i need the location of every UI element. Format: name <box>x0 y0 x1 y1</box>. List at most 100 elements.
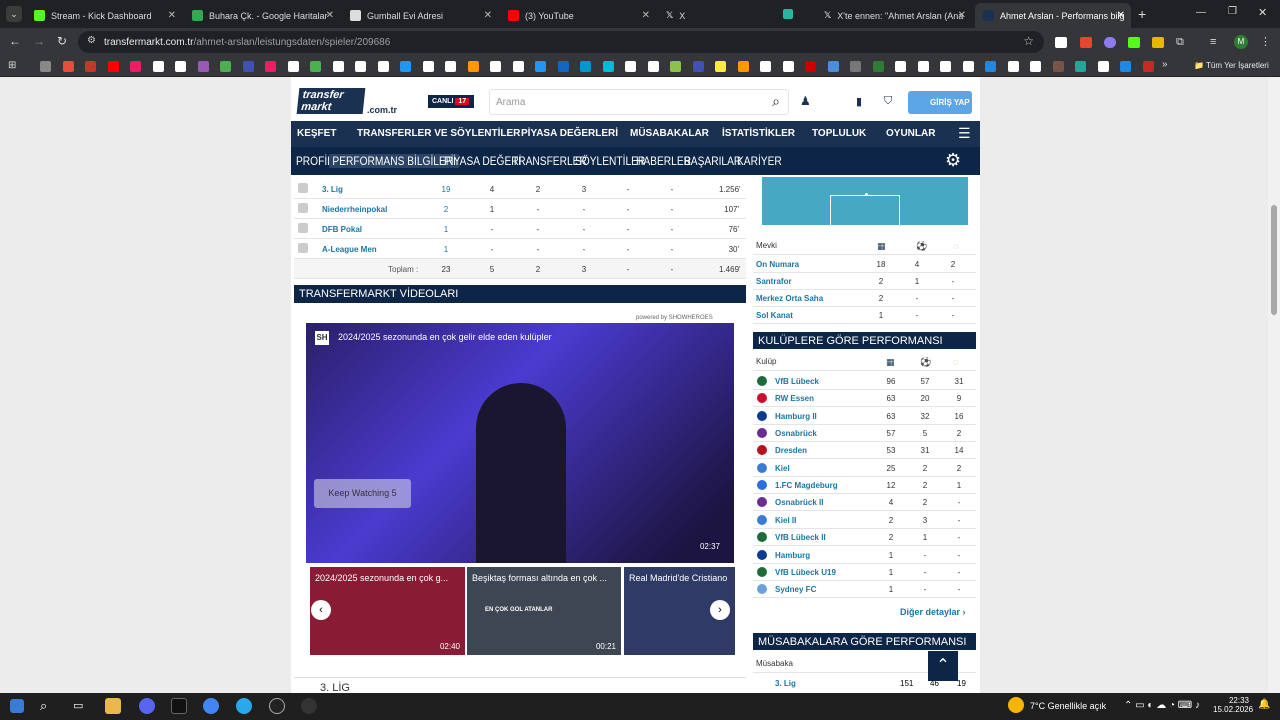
carousel-next-icon[interactable]: › <box>710 600 730 620</box>
bookmark-icon[interactable] <box>557 61 569 72</box>
bookmark-icon[interactable] <box>1120 61 1131 72</box>
bookmark-icon[interactable] <box>940 61 951 72</box>
close-icon[interactable]: ✕ <box>484 10 492 21</box>
close-icon[interactable]: ✕ <box>1117 10 1125 21</box>
bookmark-icon[interactable] <box>242 61 254 72</box>
club-name[interactable]: VfB Lübeck U19 <box>775 568 836 577</box>
bookmark-icon[interactable] <box>580 61 591 72</box>
bookmark-icon[interactable] <box>917 61 929 72</box>
profile-avatar[interactable]: M <box>1234 35 1248 49</box>
weather-icon[interactable] <box>1008 697 1024 713</box>
bookmark-icon[interactable] <box>287 61 299 72</box>
position-name[interactable]: Santrafor <box>756 277 792 286</box>
close-icon[interactable]: ✕ <box>958 10 966 21</box>
bookmark-icon[interactable] <box>332 61 344 72</box>
bookmark-icon[interactable] <box>670 61 681 72</box>
bookmark-icon[interactable] <box>647 61 659 72</box>
hamburger-icon[interactable]: ☰ <box>958 125 971 142</box>
nav-market-values[interactable]: PİYASA DEĞERLERİ <box>521 128 618 139</box>
position-name[interactable]: Sol Kanat <box>756 311 793 320</box>
tiktok-icon[interactable] <box>171 698 187 714</box>
bookmark-icon[interactable] <box>760 61 771 72</box>
bookmark-icon[interactable] <box>1075 61 1086 72</box>
bookmark-icon[interactable] <box>152 61 164 72</box>
chrome-icon[interactable] <box>203 698 219 714</box>
telegram-icon[interactable] <box>236 698 252 714</box>
bookmark-icon[interactable] <box>827 61 839 72</box>
close-icon[interactable]: ✕ <box>642 10 650 21</box>
tab-maps[interactable]: Buhara Çk. - Google Haritalar ✕ <box>184 3 340 28</box>
club-name[interactable]: Kiel <box>775 464 790 473</box>
reload-icon[interactable]: ↻ <box>57 34 67 48</box>
tray-icons[interactable]: ⌃ ▭ ◐ ☁ ◔ ⌨ ♪ <box>1124 700 1200 711</box>
bookmark-icon[interactable] <box>220 61 231 72</box>
extension-icon[interactable] <box>1128 37 1140 48</box>
bookmark-icon[interactable] <box>40 61 51 72</box>
tab-search-icon[interactable]: ⌄ <box>6 6 22 22</box>
search-input[interactable]: Arama ⌕ <box>489 89 789 115</box>
page-scrollbar[interactable] <box>1268 77 1280 693</box>
transfermarkt-logo[interactable]: transfer markt <box>296 88 366 114</box>
tab-x[interactable]: 𝕏X <box>658 3 768 28</box>
bookmark-icon[interactable] <box>782 61 794 72</box>
club-name[interactable]: VfB Lübeck <box>775 377 819 386</box>
subnav-performance[interactable]: PERFORMANS BİLGİLERİ <box>329 154 460 168</box>
bookmark-icon[interactable] <box>85 61 96 72</box>
minimize-icon[interactable]: — <box>1196 7 1206 18</box>
bookmark-icon[interactable] <box>962 61 974 72</box>
competition-name[interactable]: 3. Lig <box>322 185 343 194</box>
bookmark-icon[interactable] <box>625 61 636 72</box>
bookmark-icon[interactable] <box>62 61 74 72</box>
file-explorer-icon[interactable] <box>105 698 121 714</box>
club-name[interactable]: Osnabrück <box>775 429 817 438</box>
tab-audio-icon[interactable] <box>783 9 793 19</box>
competition-name[interactable]: DFB Pokal <box>322 225 362 234</box>
extension-icon[interactable] <box>1104 37 1116 48</box>
club-name[interactable]: RW Essen <box>775 394 814 403</box>
task-view-icon[interactable]: ▭ <box>73 699 83 712</box>
site-info-icon[interactable]: ⚙ <box>87 35 96 46</box>
nav-games[interactable]: OYUNLAR <box>886 128 935 139</box>
keep-watching-button[interactable]: Keep Watching 5 <box>314 479 411 508</box>
bookmark-icon[interactable] <box>1030 61 1041 72</box>
app-icon[interactable] <box>301 698 317 714</box>
tab-gumball[interactable]: Gumball Evi Adresi ✕ <box>342 3 498 28</box>
search-icon[interactable]: ⌕ <box>772 93 780 110</box>
bookmark-icon[interactable] <box>422 61 434 72</box>
subnav-achievements[interactable]: BAŞARILAR <box>684 154 741 168</box>
bookmark-icon[interactable] <box>175 61 186 72</box>
tab-kick[interactable]: Stream - Kick Dashboard ✕ <box>26 3 182 28</box>
bookmark-icon[interactable] <box>377 61 389 72</box>
bookmark-icon[interactable] <box>1142 61 1154 72</box>
discord-icon[interactable] <box>139 698 155 714</box>
restore-icon[interactable]: ❐ <box>1228 6 1237 17</box>
start-icon[interactable] <box>10 699 24 713</box>
scrollbar-thumb[interactable] <box>1271 205 1277 315</box>
apps-icon[interactable]: ⊞ <box>8 60 16 71</box>
club-name[interactable]: Osnabrück II <box>775 498 823 507</box>
bookmark-icon[interactable] <box>535 61 546 72</box>
nav-statistics[interactable]: İSTATİSTİKLER <box>722 128 795 139</box>
competition-name[interactable]: Niederrheinpokal <box>322 205 387 214</box>
extension-icon[interactable] <box>1055 37 1067 48</box>
extension-icon[interactable] <box>1152 37 1164 48</box>
club-name[interactable]: 1.FC Magdeburg <box>775 481 838 490</box>
club-name[interactable]: Dresden <box>775 446 807 455</box>
club-name[interactable]: Kiel II <box>775 516 796 525</box>
position-name[interactable]: Merkez Orta Saha <box>756 294 823 303</box>
bookmark-star-icon[interactable]: ☆ <box>1023 34 1034 48</box>
subnav-news[interactable]: HABERLER <box>636 154 691 168</box>
live-badge[interactable]: CANLI 17 <box>428 95 474 108</box>
bookmark-icon[interactable] <box>985 61 996 72</box>
shield-icon[interactable]: ⛉ <box>884 95 892 108</box>
nav-competitions[interactable]: MÜSABAKALAR <box>630 128 709 139</box>
bookmark-icon[interactable] <box>467 61 479 72</box>
url-field[interactable]: ⚙ transfermarkt.com.tr/ahmet-arslan/leis… <box>78 31 1044 53</box>
club-name[interactable]: Hamburg <box>775 551 810 560</box>
menu-icon[interactable]: ⋮ <box>1260 35 1271 48</box>
bookmark-icon[interactable] <box>805 61 816 72</box>
bookmark-icon[interactable] <box>107 61 119 72</box>
subnav-profile[interactable]: PROFİL <box>296 154 333 168</box>
more-details-link[interactable]: Diğer detaylar › <box>900 607 966 617</box>
close-icon[interactable]: ✕ <box>326 10 334 21</box>
